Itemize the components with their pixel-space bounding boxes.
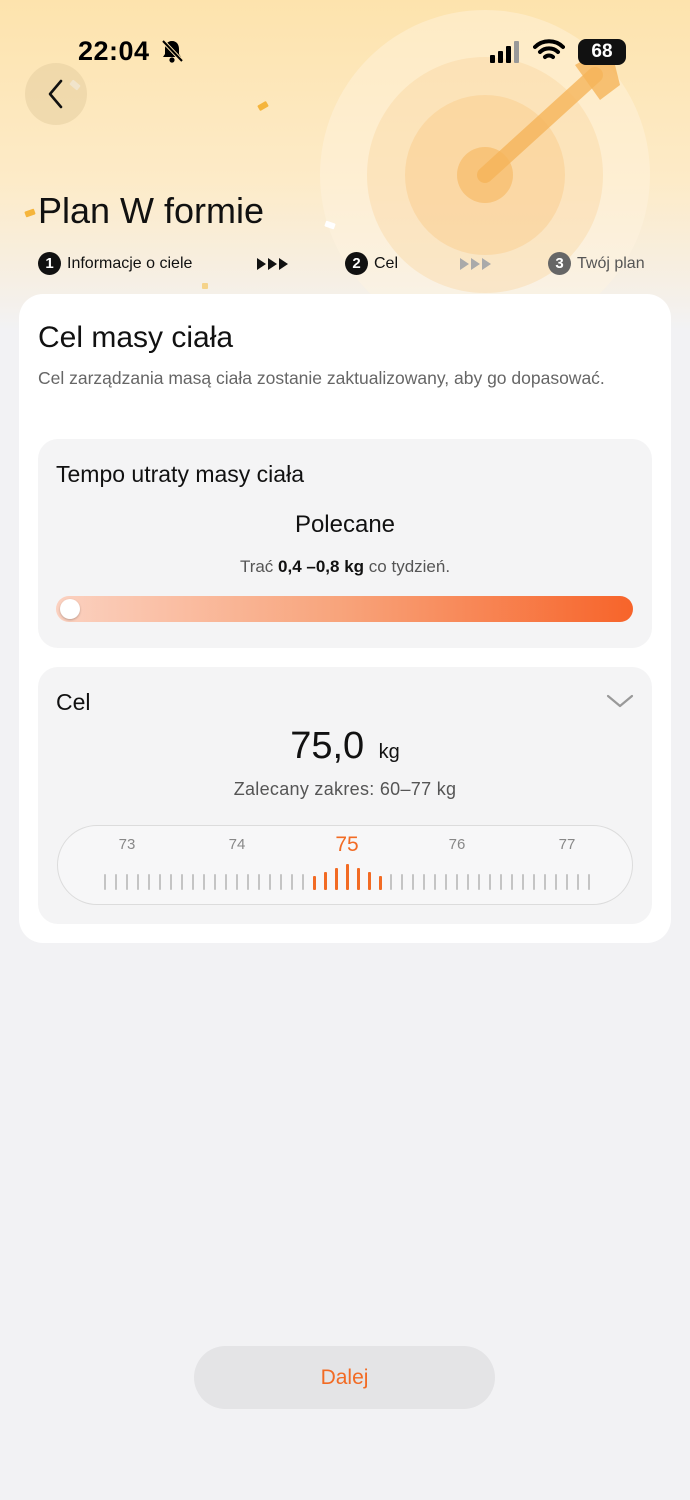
- pace-slider-thumb[interactable]: [60, 599, 80, 619]
- ruler-tick: [345, 864, 349, 890]
- chevron-down-icon[interactable]: [606, 693, 634, 709]
- step-2-number: 2: [345, 252, 368, 275]
- goal-panel: Cel 75,0 kg Zalecany zakres: 60–77 kg 73…: [38, 667, 652, 924]
- ruler-tick: [434, 874, 436, 890]
- step-1-number: 1: [38, 252, 61, 275]
- ruler-tick: [291, 874, 293, 890]
- bell-off-icon: [161, 39, 184, 63]
- ruler-tick: [555, 874, 557, 890]
- ruler-tick: [334, 868, 338, 890]
- ruler-tick: [137, 874, 139, 890]
- ruler-tick: [489, 874, 491, 890]
- ruler-tick: [445, 874, 447, 890]
- ruler-tick: [225, 874, 227, 890]
- ruler-tick: [280, 874, 282, 890]
- step-1: 1 Informacje o ciele: [38, 252, 192, 275]
- ruler-tick: [401, 874, 403, 890]
- goal-unit: kg: [378, 741, 400, 763]
- ruler-tick: [302, 874, 304, 890]
- goal-title: Cel: [56, 689, 91, 715]
- pace-rate-text: Trać 0,4 –0,8 kg co tydzień.: [38, 557, 652, 577]
- ruler-tick: [467, 874, 469, 890]
- goal-value-row: 75,0 kg: [38, 725, 652, 768]
- ruler-tick: [478, 874, 480, 890]
- ruler-tick: [236, 874, 238, 890]
- ruler-tick: [544, 874, 546, 890]
- signal-icon: [490, 41, 519, 63]
- ruler-tick: [367, 872, 371, 890]
- back-button[interactable]: [25, 63, 87, 125]
- weight-ruler[interactable]: 73 74 75 76 77: [57, 825, 633, 905]
- ruler-label: 77: [558, 836, 576, 853]
- page-title: Plan W formie: [38, 190, 265, 231]
- card-subtitle: Cel zarządzania masą ciała zostanie zakt…: [38, 368, 605, 388]
- goal-range: Zalecany zakres: 60–77 kg: [233, 779, 457, 799]
- ruler-tick: [511, 874, 513, 890]
- ruler-tick: [126, 874, 128, 890]
- ruler-tick: [566, 874, 568, 890]
- rate-suffix: co tydzień.: [368, 557, 451, 576]
- ruler-tick: [214, 874, 216, 890]
- ruler-tick: [203, 874, 205, 890]
- ruler-tick: [104, 874, 106, 890]
- ruler-tick: [533, 874, 535, 890]
- ruler-tick: [500, 874, 502, 890]
- ruler-tick: [170, 874, 172, 890]
- ruler-tick: [456, 874, 458, 890]
- step-3: 3 Twój plan: [548, 252, 645, 275]
- ruler-tick: [258, 874, 260, 890]
- ruler-tick: [390, 874, 392, 890]
- step-3-number: 3: [548, 252, 571, 275]
- ruler-tick: [115, 874, 117, 890]
- rate-prefix: Trać: [239, 557, 274, 576]
- ruler-tick: [522, 874, 524, 890]
- battery-icon: 68: [578, 39, 626, 65]
- ruler-tick: [577, 874, 579, 890]
- ruler-label: 73: [118, 836, 136, 853]
- step-3-label: Twój plan: [577, 254, 645, 272]
- rate-value: 0,4 –0,8 kg: [278, 557, 365, 576]
- ruler-tick: [159, 874, 161, 890]
- step-1-label: Informacje o ciele: [67, 254, 193, 272]
- status-time: 22:04: [78, 36, 150, 66]
- confetti: [257, 100, 269, 112]
- goal-value: 75,0: [290, 725, 365, 767]
- ruler-tick: [378, 876, 382, 890]
- ruler-tick: [181, 874, 183, 890]
- step-arrows-icon: [460, 258, 491, 270]
- wifi-icon: [533, 39, 565, 59]
- ruler-tick: [312, 876, 316, 890]
- pace-title: Tempo utraty masy ciała: [56, 461, 304, 487]
- ruler-tick: [356, 868, 360, 890]
- pace-recommendation: Polecane: [294, 511, 396, 538]
- confetti: [24, 208, 36, 218]
- ruler-tick: [588, 874, 590, 890]
- ruler-tick: [412, 874, 414, 890]
- confetti: [202, 283, 208, 289]
- step-indicator: 1 Informacje o ciele 2 Cel 3 Twój plan: [38, 252, 658, 278]
- weight-goal-card: Cel masy ciała Cel zarządzania masą ciał…: [19, 294, 671, 943]
- ruler-tick: [192, 874, 194, 890]
- step-arrows-icon: [257, 258, 288, 270]
- step-2-label: Cel: [374, 254, 399, 272]
- pace-slider[interactable]: [56, 596, 633, 622]
- next-button[interactable]: Dalej: [194, 1346, 495, 1409]
- weight-loss-pace-panel: Tempo utraty masy ciała Polecane Trać 0,…: [38, 439, 652, 648]
- step-2: 2 Cel: [345, 252, 398, 275]
- ruler-tick: [247, 874, 249, 890]
- card-title: Cel masy ciała: [38, 321, 234, 354]
- ruler-tick: [423, 874, 425, 890]
- ruler-tick: [269, 874, 271, 890]
- status-bar: 22:04 68: [0, 32, 690, 72]
- ruler-label: 74: [228, 836, 246, 853]
- ruler-tick: [148, 874, 150, 890]
- ruler-tick: [323, 872, 327, 890]
- ruler-label: 75: [335, 833, 359, 856]
- chevron-left-icon: [48, 79, 63, 109]
- ruler-label: 76: [448, 836, 466, 853]
